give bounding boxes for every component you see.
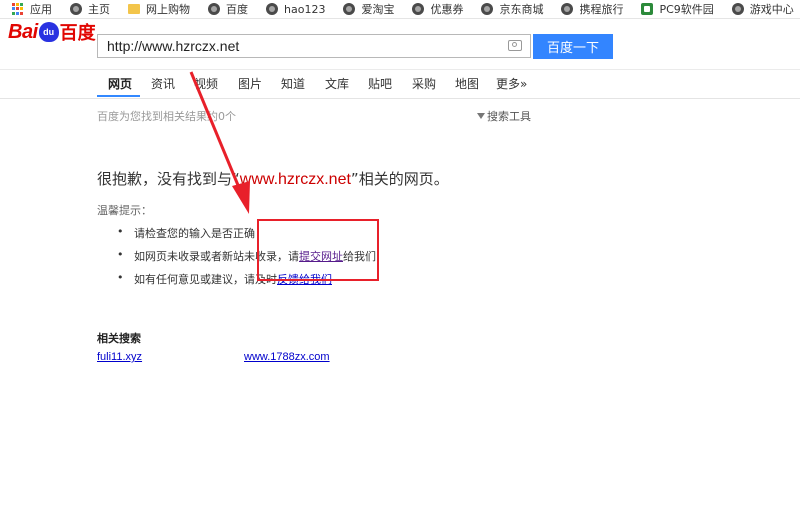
tab-map[interactable]: 地图	[455, 75, 479, 92]
bookmark-pc9[interactable]: PC9软件园	[641, 1, 714, 17]
bookmark-label: 京东商城	[499, 3, 544, 16]
bookmark-shopping-folder[interactable]: 网上购物	[128, 1, 190, 17]
related-searches-title: 相关搜索	[97, 332, 141, 345]
tab-images[interactable]: 图片	[238, 75, 262, 92]
logo-text-cn: 百度	[59, 23, 96, 43]
bookmark-jd[interactable]: 京东商城	[481, 1, 543, 17]
result-count: 百度为您找到相关结果约0个	[97, 110, 236, 123]
globe-icon	[208, 3, 220, 15]
folder-icon	[128, 4, 140, 14]
annotation-highlight-box	[257, 219, 379, 281]
bookmark-hao123[interactable]: hao123	[266, 3, 325, 16]
apps-grid-icon	[12, 3, 24, 15]
tab-tieba[interactable]: 贴吧	[368, 75, 392, 92]
search-tools-label: 搜索工具	[487, 110, 531, 123]
related-search-link[interactable]: www.1788zx.com	[244, 351, 330, 363]
bookmark-aitaobao[interactable]: 爱淘宝	[343, 1, 394, 17]
bookmark-label: 爱淘宝	[361, 3, 395, 16]
globe-icon	[266, 3, 278, 15]
bookmark-label: 携程旅行	[579, 3, 624, 16]
no-results-message: 很抱歉，没有找到与“www.hzrczx.net”相关的网页。	[97, 168, 449, 189]
related-search-link[interactable]: fuli11.xyz	[97, 351, 142, 363]
bookmark-label: 优惠券	[430, 3, 464, 16]
search-box	[97, 34, 531, 58]
globe-icon	[70, 3, 82, 15]
globe-icon	[412, 3, 425, 15]
globe-icon	[561, 3, 574, 15]
active-tab-indicator	[97, 95, 140, 97]
bookmark-label: 应用	[30, 3, 52, 16]
bookmark-coupons[interactable]: 优惠券	[412, 1, 463, 17]
no-results-suffix: ”相关的网页。	[350, 170, 449, 188]
globe-icon	[481, 3, 494, 15]
bookmark-label: 百度	[226, 3, 248, 16]
bookmarks-bar: 应用 主页 网上购物 百度 hao123 爱淘宝 优惠券 京东商城 携程旅行 P…	[0, 0, 800, 19]
camera-icon[interactable]	[508, 40, 522, 51]
logo-text-bai: Bai	[8, 20, 38, 43]
tab-web[interactable]: 网页	[108, 75, 132, 92]
tab-news[interactable]: 资讯	[151, 75, 175, 92]
globe-icon	[343, 3, 356, 15]
search-tabs: 网页 资讯 视频 图片 知道 文库 贴吧 采购 地图 更多»	[0, 70, 800, 99]
paw-icon: du	[38, 22, 59, 42]
tip-text: 如有任何意见或建议，请及时	[134, 273, 277, 286]
bookmark-baidu[interactable]: 百度	[208, 1, 248, 17]
tab-wenku[interactable]: 文库	[325, 75, 349, 92]
tab-zhidao[interactable]: 知道	[281, 75, 305, 92]
bookmark-label: 网上购物	[146, 3, 190, 16]
search-input[interactable]	[105, 37, 504, 55]
tip-text: 请检查您的输入是否正确	[134, 227, 255, 240]
bookmark-home[interactable]: 主页	[70, 1, 110, 17]
pc9-icon	[641, 3, 654, 15]
tab-video[interactable]: 视频	[194, 75, 218, 92]
bookmark-apps[interactable]: 应用	[12, 1, 52, 17]
bookmark-label: PC9软件园	[659, 3, 714, 16]
no-results-prefix: 很抱歉，没有找到与“	[97, 170, 240, 188]
search-button[interactable]: 百度一下	[533, 34, 613, 59]
tip-item: 请检查您的输入是否正确	[117, 225, 255, 241]
baidu-logo[interactable]: Bai du 百度	[8, 19, 96, 45]
tab-procurement[interactable]: 采购	[412, 75, 436, 92]
bookmark-label: 主页	[88, 3, 110, 16]
globe-icon	[731, 3, 744, 15]
bookmark-label: hao123	[284, 2, 326, 16]
tab-more[interactable]: 更多»	[496, 75, 527, 92]
filter-icon	[477, 113, 485, 119]
bookmark-ctrip[interactable]: 携程旅行	[561, 1, 623, 17]
bookmark-game-center[interactable]: 游戏中心	[731, 1, 794, 17]
no-results-keyword: www.hzrczx.net	[239, 171, 351, 188]
tips-title: 温馨提示：	[97, 204, 152, 217]
bookmark-label: 游戏中心	[749, 3, 794, 16]
search-tools-button[interactable]: 搜索工具	[477, 108, 531, 124]
